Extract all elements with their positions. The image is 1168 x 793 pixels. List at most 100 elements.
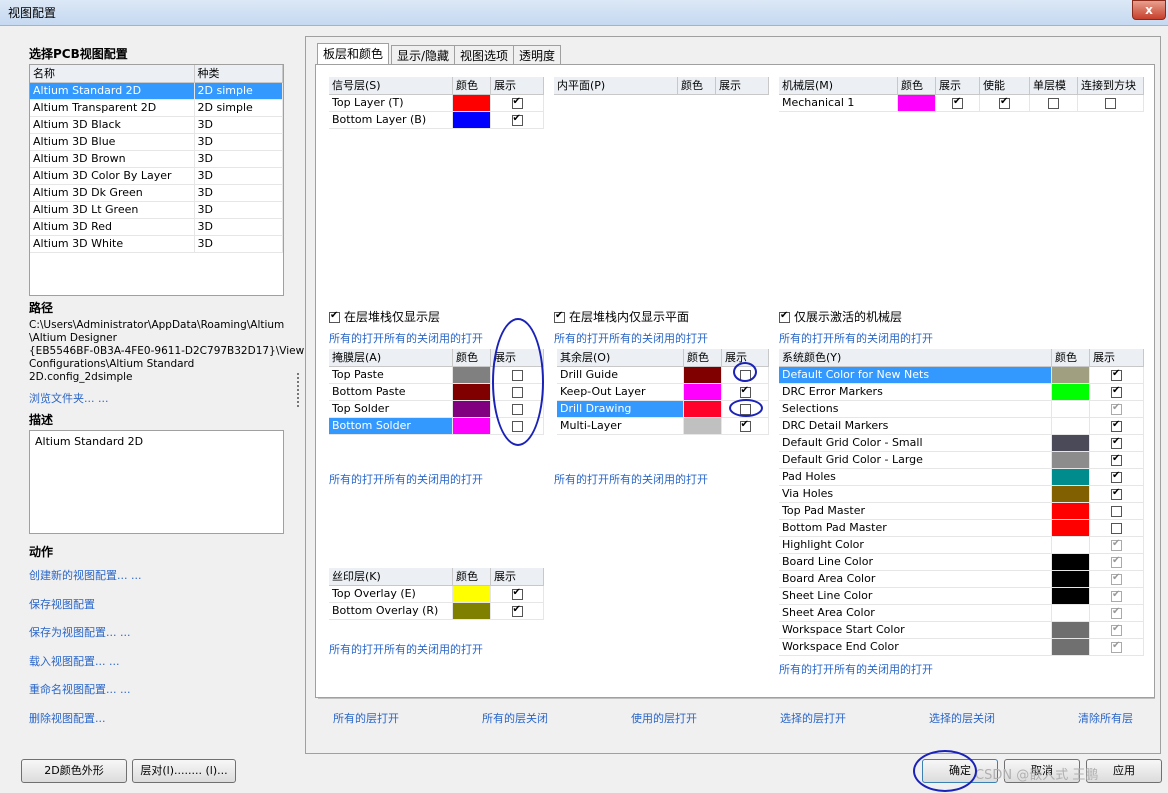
other-toggle-links[interactable]: 所有的打开所有的关闭用的打开 xyxy=(554,471,708,487)
used-layers-on-link[interactable]: 使用的层打开 xyxy=(631,710,697,726)
color-swatch[interactable] xyxy=(1052,519,1089,536)
mask-toggle-links[interactable]: 所有的打开所有的关闭用的打开 xyxy=(329,471,483,487)
other-layer-row[interactable]: Multi-Layer xyxy=(557,417,769,435)
system-show-checkbox[interactable] xyxy=(1111,419,1122,432)
system-layer-show[interactable] xyxy=(1089,621,1144,639)
color-swatch[interactable] xyxy=(1052,366,1089,383)
system-layer-color[interactable] xyxy=(1051,621,1090,639)
layer-pairs-button[interactable]: 层对(l)........ (l)... xyxy=(132,759,236,783)
other-show-checkbox[interactable] xyxy=(739,385,751,398)
system-layer-row[interactable]: Top Pad Master xyxy=(779,502,1144,520)
column-header-name[interactable]: 名称 xyxy=(30,65,195,83)
system-layer-color[interactable] xyxy=(1051,553,1090,571)
system-show-checkbox[interactable] xyxy=(1111,505,1122,517)
mech-active-only-checkbox[interactable]: 仅展示激活的机械层 xyxy=(779,308,902,325)
system-layer-show[interactable] xyxy=(1089,536,1144,554)
silk-layer-show[interactable] xyxy=(490,602,544,620)
color-swatch[interactable] xyxy=(1052,587,1089,604)
other-layer-color[interactable] xyxy=(683,400,722,418)
splitter-handle[interactable] xyxy=(297,373,300,407)
system-show-checkbox[interactable] xyxy=(1111,640,1122,653)
tab-layers-colors[interactable]: 板层和颜色 xyxy=(317,43,390,65)
mech-layer-show[interactable] xyxy=(935,94,980,112)
system-layer-row[interactable]: Via Holes xyxy=(779,485,1144,503)
config-row[interactable]: Altium Standard 2D 2D simple xyxy=(30,82,283,100)
system-show-checkbox[interactable] xyxy=(1111,538,1122,551)
system-layer-show[interactable] xyxy=(1089,434,1144,452)
system-layer-row[interactable]: Bottom Pad Master xyxy=(779,519,1144,537)
config-row[interactable]: Altium 3D Lt Green 3D xyxy=(30,201,283,219)
system-layer-row[interactable]: Sheet Line Color xyxy=(779,587,1144,605)
silk-layer-color[interactable] xyxy=(452,602,491,620)
system-show-checkbox[interactable] xyxy=(1111,606,1122,619)
system-layer-row[interactable]: Default Grid Color - Large xyxy=(779,451,1144,469)
system-layer-color[interactable] xyxy=(1051,366,1090,384)
system-show-checkbox[interactable] xyxy=(1111,522,1122,534)
system-layer-color[interactable] xyxy=(1051,519,1090,537)
system-layer-color[interactable] xyxy=(1051,400,1090,418)
system-layer-show[interactable] xyxy=(1089,366,1144,384)
color-swatch[interactable] xyxy=(1052,604,1089,621)
signal-show-checkbox[interactable] xyxy=(511,96,523,109)
all-layers-on-link[interactable]: 所有的层打开 xyxy=(333,710,399,726)
system-layer-row[interactable]: Workspace Start Color xyxy=(779,621,1144,639)
plane-toggle-links[interactable]: 所有的打开所有的关闭用的打开 xyxy=(554,330,708,346)
system-layer-row[interactable]: Workspace End Color xyxy=(779,638,1144,656)
system-show-checkbox[interactable] xyxy=(1111,470,1122,483)
system-layer-row[interactable]: Selections xyxy=(779,400,1144,418)
tab-view-options[interactable]: 视图选项 xyxy=(454,45,515,64)
silk-show-checkbox[interactable] xyxy=(511,604,523,617)
system-layer-row[interactable]: Highlight Color xyxy=(779,536,1144,554)
system-layer-show[interactable] xyxy=(1089,468,1144,486)
mech-enable-checkbox[interactable] xyxy=(999,96,1010,109)
signal-show-checkbox[interactable] xyxy=(511,113,523,126)
system-layer-show[interactable] xyxy=(1089,502,1144,520)
silk-layer-color[interactable] xyxy=(452,585,491,603)
system-layer-show[interactable] xyxy=(1089,553,1144,571)
system-layer-row[interactable]: Pad Holes xyxy=(779,468,1144,486)
config-row[interactable]: Altium 3D Color By Layer 3D xyxy=(30,167,283,185)
mech-toggle-links[interactable]: 所有的打开所有的关闭用的打开 xyxy=(779,330,933,346)
system-layer-show[interactable] xyxy=(1089,604,1144,622)
other-layer-color[interactable] xyxy=(683,366,722,384)
signal-layer-show[interactable] xyxy=(490,94,544,112)
color-swatch[interactable] xyxy=(684,383,721,400)
2d-color-profile-button[interactable]: 2D颜色外形 xyxy=(21,759,127,783)
close-button[interactable]: x xyxy=(1132,0,1166,20)
signal-layer-color[interactable] xyxy=(452,111,491,129)
system-layer-show[interactable] xyxy=(1089,383,1144,401)
mask-layer-color[interactable] xyxy=(452,417,491,435)
color-swatch[interactable] xyxy=(898,94,935,111)
signal-stack-only-checkbox[interactable]: 在层堆栈仅显示层 xyxy=(329,308,440,325)
other-layer-show[interactable] xyxy=(721,417,769,435)
action-link[interactable]: 载入视图配置... ... xyxy=(29,653,141,682)
description-box[interactable]: Altium Standard 2D xyxy=(29,430,284,534)
config-row[interactable]: Altium Transparent 2D 2D simple xyxy=(30,99,283,117)
plane-stack-only-checkbox[interactable]: 在层堆栈内仅显示平面 xyxy=(554,308,689,325)
mech-single-checkbox[interactable] xyxy=(1048,97,1059,109)
system-layer-row[interactable]: DRC Detail Markers xyxy=(779,417,1144,435)
other-layer-row[interactable]: Keep-Out Layer xyxy=(557,383,769,401)
system-layer-row[interactable]: Default Color for New Nets xyxy=(779,366,1144,384)
clear-all-layers-link[interactable]: 清除所有层 xyxy=(1078,710,1133,726)
color-swatch[interactable] xyxy=(1052,536,1089,553)
mech-layer-single[interactable] xyxy=(1029,94,1078,112)
config-row[interactable]: Altium 3D White 3D xyxy=(30,235,283,253)
action-link[interactable]: 保存视图配置 xyxy=(29,596,141,625)
other-layer-color[interactable] xyxy=(683,417,722,435)
mech-layer-link[interactable] xyxy=(1077,94,1144,112)
system-layer-color[interactable] xyxy=(1051,536,1090,554)
other-layer-show[interactable] xyxy=(721,383,769,401)
signal-layer-show[interactable] xyxy=(490,111,544,129)
system-layer-show[interactable] xyxy=(1089,485,1144,503)
signal-layer-row[interactable]: Top Layer (T) xyxy=(329,94,544,112)
system-layer-row[interactable]: Sheet Area Color xyxy=(779,604,1144,622)
system-show-checkbox[interactable] xyxy=(1111,385,1122,398)
other-show-checkbox[interactable] xyxy=(739,419,751,432)
system-layer-show[interactable] xyxy=(1089,519,1144,537)
column-header-kind[interactable]: 种类 xyxy=(194,65,283,83)
system-layer-show[interactable] xyxy=(1089,400,1144,418)
color-swatch[interactable] xyxy=(1052,434,1089,451)
mech-layer-color[interactable] xyxy=(897,94,936,112)
action-link[interactable]: 删除视图配置... xyxy=(29,710,141,739)
